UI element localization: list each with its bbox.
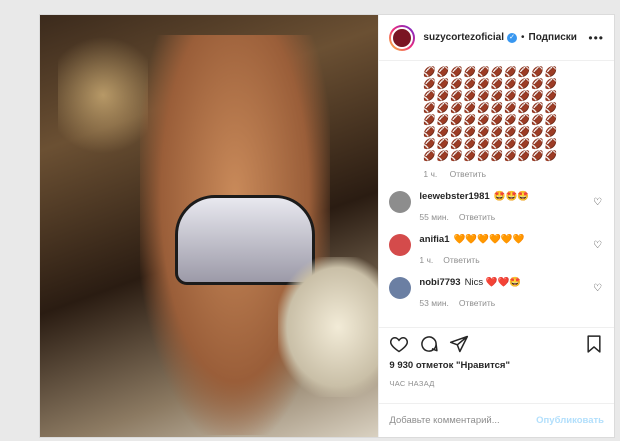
post-sidebar: suzycortezoficial ✓ • Подписки ••• 🏈🏈🏈🏈🏈… xyxy=(378,15,614,437)
separator-dot: • xyxy=(521,32,525,43)
likes-count[interactable]: 9 930 отметок "Нравится" xyxy=(389,360,604,371)
emoji-row: 🏈🏈🏈🏈🏈🏈🏈🏈🏈🏈 xyxy=(423,79,558,90)
reply-link[interactable]: Ответить xyxy=(450,169,486,179)
username-link[interactable]: suzycortezoficial xyxy=(423,32,504,43)
commenter-avatar[interactable] xyxy=(389,277,412,299)
bookmark-icon[interactable] xyxy=(584,334,604,354)
post-time[interactable]: ЧАС НАЗАД xyxy=(389,379,604,388)
following-button[interactable]: Подписки xyxy=(529,32,577,43)
emoji-row: 🏈🏈🏈🏈🏈🏈🏈🏈🏈🏈 xyxy=(423,115,558,126)
post-photo[interactable] xyxy=(40,15,379,437)
comment-input[interactable]: Добавьте комментарий... xyxy=(389,415,499,426)
reply-link[interactable]: Ответить xyxy=(459,298,495,308)
share-icon[interactable] xyxy=(449,334,469,354)
comment-time: 53 мин. xyxy=(419,298,449,308)
reply-link[interactable]: Ответить xyxy=(443,255,479,265)
reply-link[interactable]: Ответить xyxy=(459,212,495,222)
like-comment-icon[interactable]: ♡ xyxy=(593,283,602,294)
emoji-row: 🏈🏈🏈🏈🏈🏈🏈🏈🏈🏈 xyxy=(423,127,558,138)
commenter-username[interactable]: anifia1 xyxy=(419,234,449,245)
instagram-post: suzycortezoficial ✓ • Подписки ••• 🏈🏈🏈🏈🏈… xyxy=(39,14,615,438)
comment-item: nobi7793 Nics ❤️❤️🤩 53 мин. Ответить ♡ xyxy=(389,277,604,308)
post-actions: 9 930 отметок "Нравится" ЧАС НАЗАД xyxy=(379,327,614,403)
comment-item: anifia1 🧡🧡🧡🧡🧡🧡 1 ч. Ответить ♡ xyxy=(389,234,604,265)
commenter-username[interactable]: leewebster1981 xyxy=(419,191,489,202)
verified-icon: ✓ xyxy=(507,32,517,43)
like-comment-icon[interactable]: ♡ xyxy=(593,197,602,208)
comment-icon[interactable] xyxy=(419,334,439,354)
comment-time: 1 ч. xyxy=(419,255,434,265)
photo-motorcycle xyxy=(278,257,379,397)
commenter-avatar[interactable] xyxy=(389,191,412,213)
commenter-username[interactable]: nobi7793 xyxy=(419,277,460,288)
emoji-row: 🏈🏈🏈🏈🏈🏈🏈🏈🏈🏈 xyxy=(423,67,558,78)
likes-number: 9 930 xyxy=(389,360,414,371)
comments-list[interactable]: 🏈🏈🏈🏈🏈🏈🏈🏈🏈🏈 🏈🏈🏈🏈🏈🏈🏈🏈🏈🏈 🏈🏈🏈🏈🏈🏈🏈🏈🏈🏈 🏈🏈🏈🏈🏈🏈🏈… xyxy=(379,61,614,327)
more-options-icon[interactable]: ••• xyxy=(588,31,604,45)
comment-text: 🧡🧡🧡🧡🧡🧡 xyxy=(453,234,525,245)
add-comment-bar: Добавьте комментарий... Опубликовать xyxy=(379,403,614,437)
commenter-avatar[interactable] xyxy=(389,234,412,256)
emoji-comment-meta: 1 ч. Ответить xyxy=(389,169,604,179)
emoji-row: 🏈🏈🏈🏈🏈🏈🏈🏈🏈🏈 xyxy=(423,139,558,150)
heart-icon[interactable] xyxy=(389,334,409,354)
comment-text: Nics ❤️❤️🤩 xyxy=(464,277,522,288)
comment-time: 1 ч. xyxy=(423,169,438,179)
comment-time: 55 мин. xyxy=(419,212,449,222)
photo-light xyxy=(58,25,148,165)
profile-avatar[interactable] xyxy=(389,24,416,51)
action-icons xyxy=(389,334,604,354)
emoji-row: 🏈🏈🏈🏈🏈🏈🏈🏈🏈🏈 xyxy=(423,91,558,102)
comment-text: 🤩🤩🤩 xyxy=(493,191,530,202)
likes-label: отметок "Нравится" xyxy=(415,360,510,371)
avatar-image xyxy=(391,26,414,49)
publish-button[interactable]: Опубликовать xyxy=(536,415,604,426)
comment-item: leewebster1981 🤩🤩🤩 55 мин. Ответить ♡ xyxy=(389,191,604,222)
emoji-comment: 🏈🏈🏈🏈🏈🏈🏈🏈🏈🏈 🏈🏈🏈🏈🏈🏈🏈🏈🏈🏈 🏈🏈🏈🏈🏈🏈🏈🏈🏈🏈 🏈🏈🏈🏈🏈🏈🏈… xyxy=(389,67,604,163)
like-comment-icon[interactable]: ♡ xyxy=(593,240,602,251)
post-header: suzycortezoficial ✓ • Подписки ••• xyxy=(379,15,614,61)
emoji-row: 🏈🏈🏈🏈🏈🏈🏈🏈🏈🏈 xyxy=(423,103,558,114)
emoji-row: 🏈🏈🏈🏈🏈🏈🏈🏈🏈🏈 xyxy=(423,151,558,162)
